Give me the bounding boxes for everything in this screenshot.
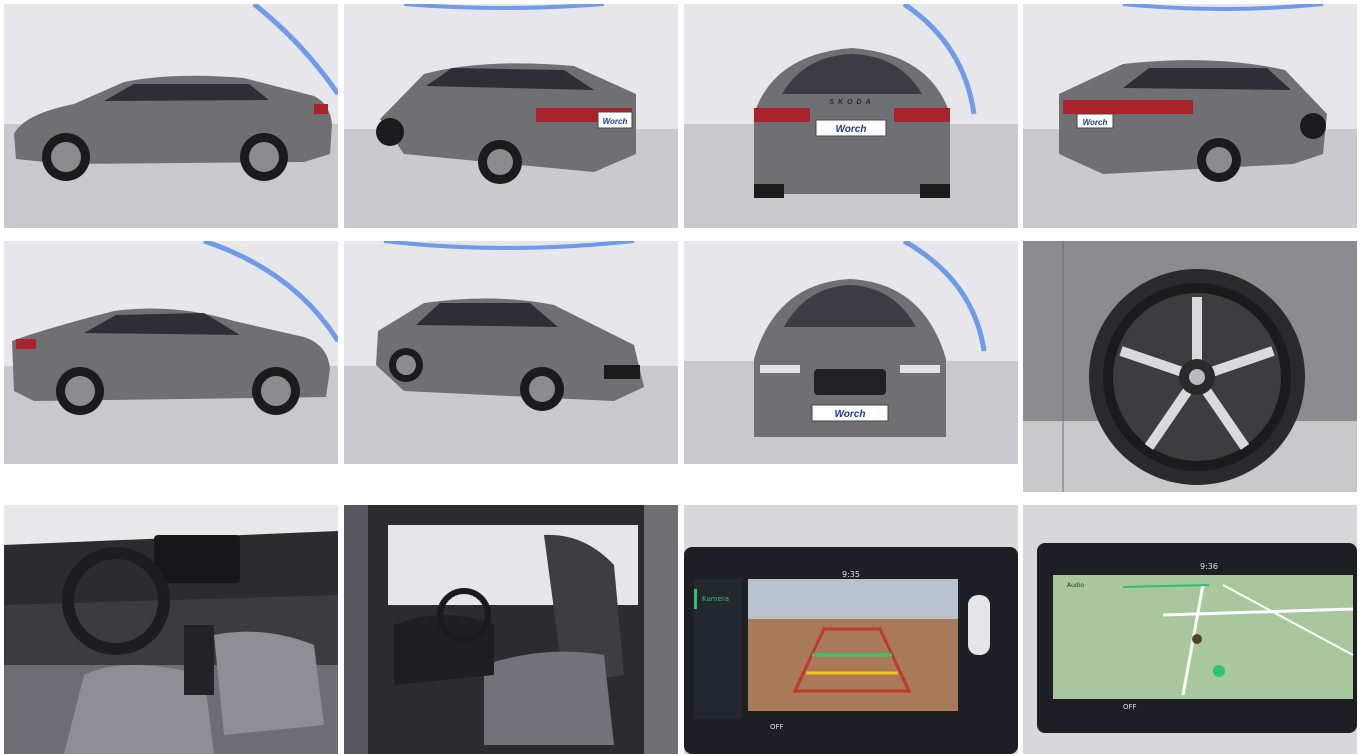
photo-side-right[interactable] [4,241,338,464]
plate-text: Worch [1083,118,1108,127]
wheel-closeup-image [1023,241,1357,492]
photo-interior-seats[interactable] [344,505,678,754]
car-front-three-quarter-image [344,241,678,464]
photo-nav-screen[interactable]: 9:36 Audio OFF [1023,505,1357,754]
photo-side-left[interactable] [4,4,338,228]
screen-time: 9:36 [1200,562,1218,571]
climate-off-label: OFF [770,723,784,731]
screen-time: 9:35 [842,570,860,579]
photo-rear-three-quarter-left[interactable]: Worch [344,4,678,228]
plate-text: Worch [603,117,628,126]
photo-gallery: Worch SKODA Worch Worch Worch 9:35 Kamer… [0,0,1365,754]
photo-rear-three-quarter-right[interactable]: Worch [1023,4,1357,228]
plate-text: Worch [835,409,866,420]
car-side-left-image [4,4,338,228]
screen-tab-label: Kamera [702,595,729,603]
interior-dashboard-image [4,505,338,754]
interior-seats-image [344,505,678,754]
photo-front[interactable]: Worch [684,241,1018,464]
photo-front-three-quarter[interactable] [344,241,678,464]
rear-badge-text: SKODA [829,99,874,106]
photo-interior-dashboard[interactable] [4,505,338,754]
rear-camera-screen-image: 9:35 Kamera OFF [684,505,1018,754]
photo-wheel[interactable] [1023,241,1357,492]
car-rear-three-quarter-right-image: Worch [1023,4,1357,228]
car-rear-image: SKODA Worch [684,4,1018,228]
car-front-image: Worch [684,241,1018,464]
navigation-screen-image: 9:36 Audio OFF [1023,505,1357,754]
photo-camera-screen[interactable]: 9:35 Kamera OFF [684,505,1018,754]
climate-off-label: OFF [1123,703,1137,711]
plate-text: Worch [836,124,867,135]
car-side-right-image [4,241,338,464]
car-rear-three-quarter-left-image: Worch [344,4,678,228]
screen-tab-label: Audio [1067,582,1084,589]
photo-rear[interactable]: SKODA Worch [684,4,1018,228]
